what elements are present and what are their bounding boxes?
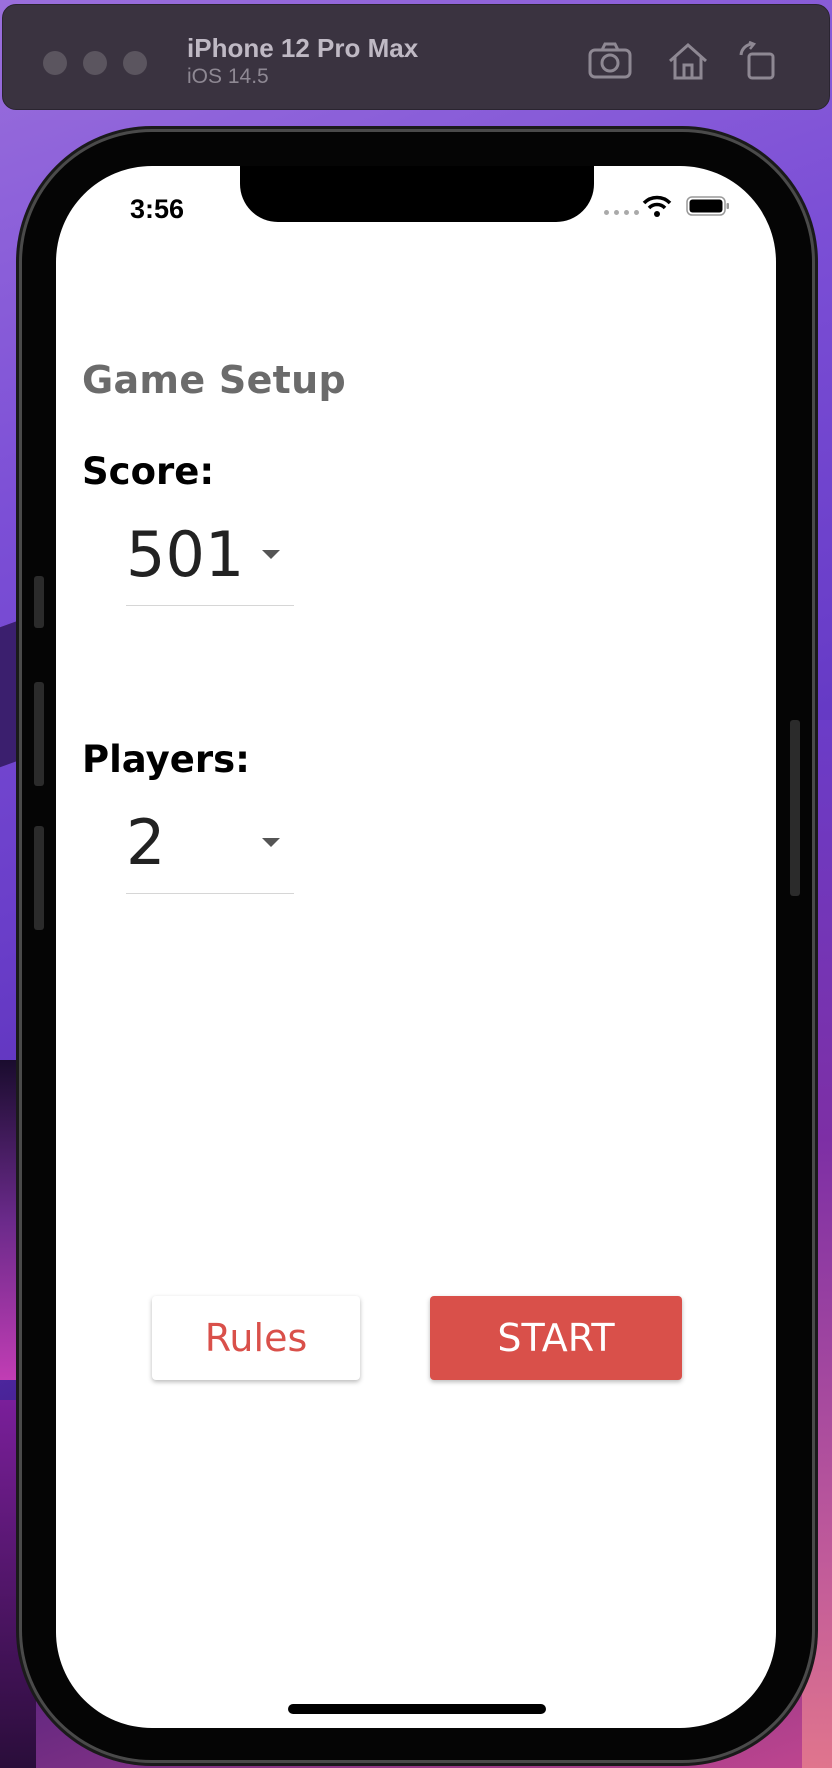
os-version: iOS 14.5 (187, 65, 269, 88)
screenshot-icon[interactable] (587, 41, 633, 81)
mute-switch (34, 576, 44, 628)
status-time: 3:56 (130, 194, 185, 224)
dropdown-arrow-icon (262, 838, 280, 847)
volume-down-button (34, 826, 44, 930)
signal-dots-icon (604, 210, 639, 215)
dropdown-arrow-icon (262, 550, 280, 559)
battery-icon (686, 196, 729, 216)
home-indicator[interactable] (288, 1704, 546, 1714)
players-dropdown[interactable]: 2 (126, 784, 294, 894)
score-dropdown[interactable]: 501 (126, 496, 294, 606)
home-icon[interactable] (665, 41, 711, 81)
players-value: 2 (126, 806, 166, 879)
volume-up-button (34, 682, 44, 786)
rules-button[interactable]: Rules (152, 1296, 360, 1380)
wifi-icon (642, 195, 672, 217)
notch (240, 166, 594, 222)
device-name: iPhone 12 Pro Max (187, 33, 419, 63)
simulator-title-bar: iPhone 12 Pro Max iOS 14.5 (2, 4, 830, 110)
power-button (790, 720, 800, 896)
page-title: Game Setup (82, 358, 346, 402)
players-label: Players: (82, 738, 250, 781)
close-window-button[interactable] (43, 51, 67, 75)
score-label: Score: (82, 450, 215, 493)
rotate-icon[interactable] (737, 41, 783, 81)
minimize-window-button[interactable] (83, 51, 107, 75)
phone-screen: 3:56 Game Setup Score: 501 Players: 2 Ru… (56, 166, 776, 1728)
score-value: 501 (126, 518, 245, 591)
start-button[interactable]: START (430, 1296, 682, 1380)
zoom-window-button[interactable] (123, 51, 147, 75)
